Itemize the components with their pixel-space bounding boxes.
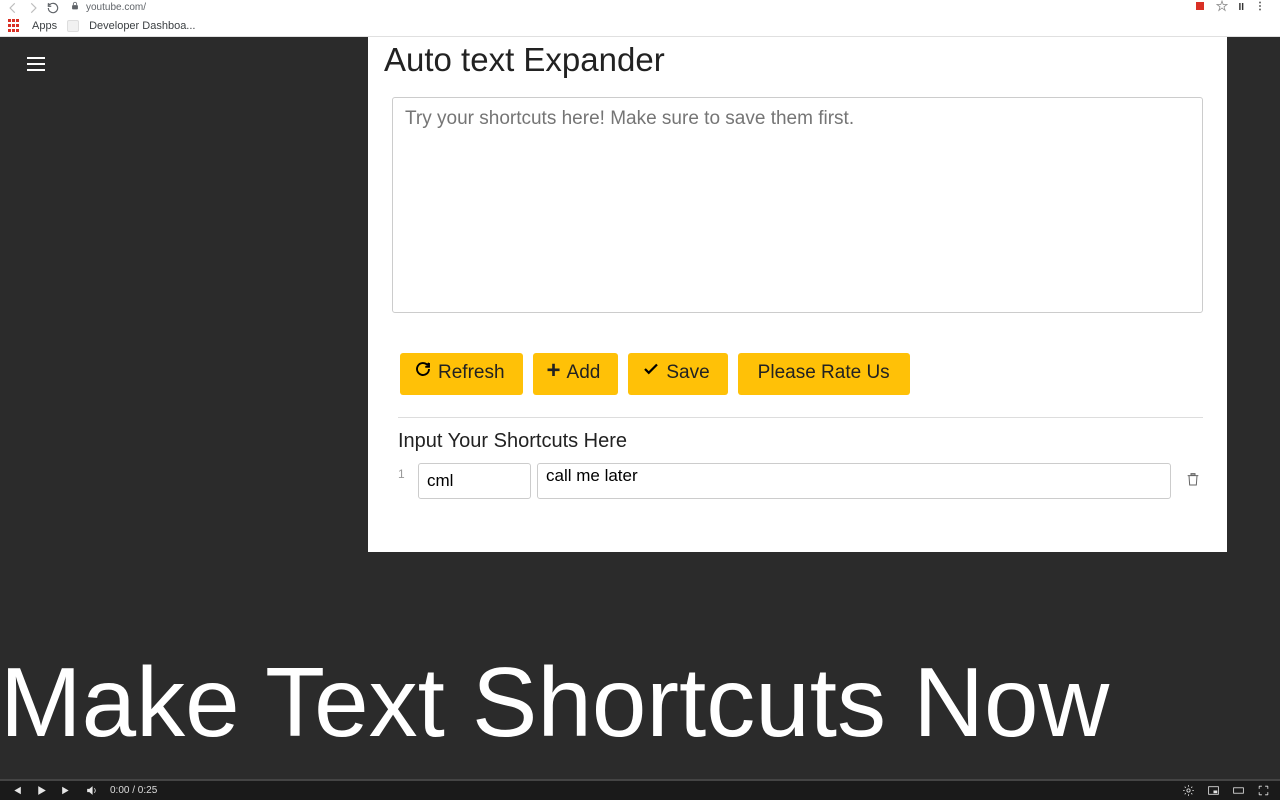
devdash-label[interactable]: Developer Dashboa...: [89, 20, 195, 32]
extension-panel: Auto text Expander Refresh + Add Save Pl…: [368, 37, 1227, 552]
refresh-label: Refresh: [438, 362, 505, 384]
menu-icon[interactable]: [27, 57, 45, 71]
shortcut-value-input[interactable]: [537, 463, 1171, 499]
refresh-icon: [414, 360, 432, 382]
next-icon[interactable]: [60, 784, 73, 797]
panel-title: Auto text Expander: [384, 41, 1227, 79]
settings-icon[interactable]: [1182, 784, 1195, 797]
play-icon[interactable]: [35, 784, 48, 797]
apps-icon[interactable]: [8, 19, 22, 33]
theater-icon[interactable]: [1232, 784, 1245, 797]
button-row: Refresh + Add Save Please Rate Us: [400, 353, 1203, 395]
fullscreen-icon[interactable]: [1257, 784, 1270, 797]
divider: [398, 417, 1203, 418]
reload-icon[interactable]: [46, 1, 60, 15]
add-button[interactable]: + Add: [533, 353, 619, 395]
back-icon[interactable]: [6, 1, 20, 15]
rate-button[interactable]: Please Rate Us: [738, 353, 910, 395]
url-text[interactable]: youtube.com/: [86, 2, 146, 13]
rate-label: Please Rate Us: [758, 362, 890, 384]
bookmark-star-icon[interactable]: [1216, 0, 1228, 15]
volume-icon[interactable]: [85, 784, 98, 797]
delete-icon[interactable]: [1183, 469, 1203, 489]
try-shortcuts-textarea[interactable]: [392, 97, 1203, 313]
caption-text: Make Text Shortcuts Now: [0, 653, 1280, 751]
shortcut-key-input[interactable]: [418, 463, 531, 499]
apps-label[interactable]: Apps: [32, 20, 57, 32]
video-controls: 0:00 / 0:25: [0, 781, 1280, 800]
plus-icon: +: [547, 359, 561, 383]
extension-icon[interactable]: [1194, 0, 1206, 15]
row-number: 1: [398, 463, 412, 481]
browser-address-bar: youtube.com/ II: [0, 0, 1280, 15]
bookmarks-bar: Apps Developer Dashboa...: [0, 15, 1280, 37]
save-button[interactable]: Save: [628, 353, 727, 395]
add-label: Add: [567, 362, 601, 384]
menu-dots-icon[interactable]: [1254, 0, 1266, 15]
time-display: 0:00 / 0:25: [110, 785, 157, 796]
forward-icon[interactable]: [26, 1, 40, 15]
lock-icon: [70, 1, 80, 14]
pause-icon[interactable]: II: [1238, 2, 1244, 13]
prev-icon[interactable]: [10, 784, 23, 797]
save-label: Save: [666, 362, 709, 384]
devdash-icon[interactable]: [67, 20, 79, 32]
shortcuts-heading: Input Your Shortcuts Here: [398, 430, 1203, 453]
refresh-button[interactable]: Refresh: [400, 353, 523, 395]
check-icon: [642, 360, 660, 382]
shortcut-row: 1: [398, 463, 1203, 499]
miniplayer-icon[interactable]: [1207, 784, 1220, 797]
video-stage: Auto text Expander Refresh + Add Save Pl…: [0, 37, 1280, 781]
